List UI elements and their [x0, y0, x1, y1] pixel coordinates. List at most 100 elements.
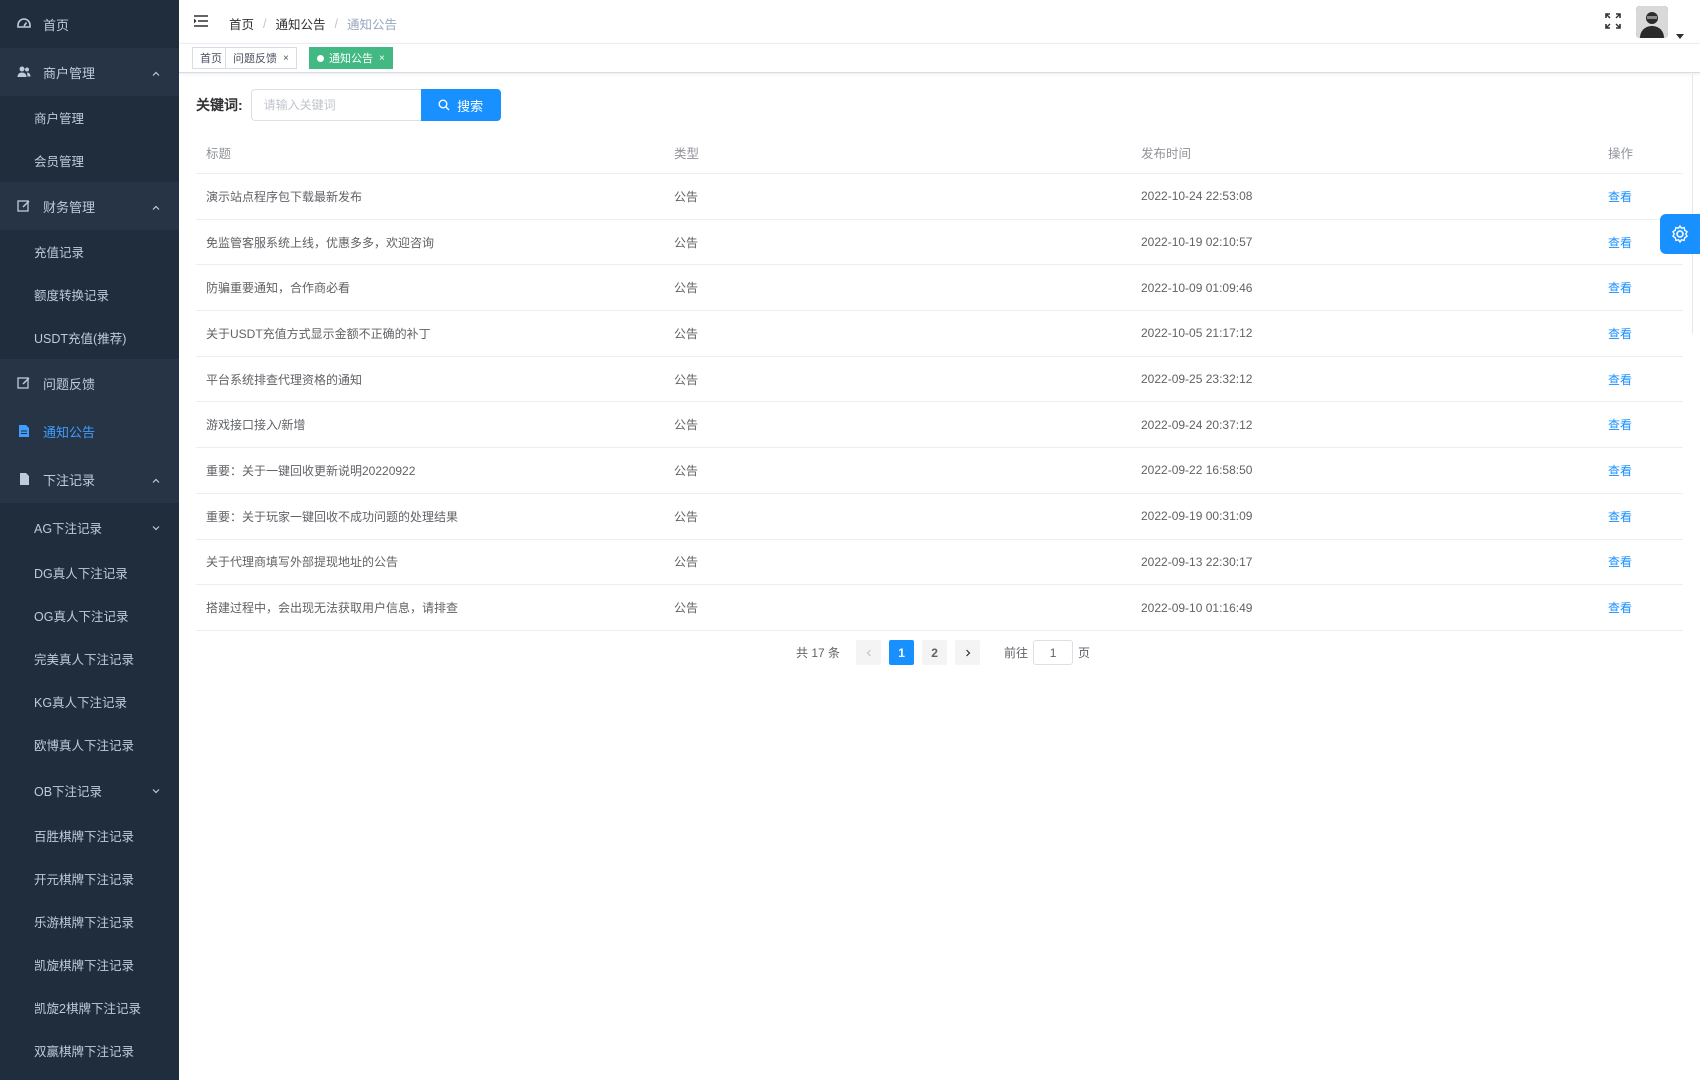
sidebar-item-label: 凯旋棋牌下注记录 — [34, 959, 135, 973]
sidebar-subitem-ag[interactable]: AG下注记录 — [0, 503, 179, 551]
sidebar-item-label: 完美真人下注记录 — [34, 653, 135, 667]
sidebar-subitem-oubo[interactable]: 欧博真人下注记录 — [0, 723, 179, 766]
chevron-up-icon — [151, 67, 161, 77]
dashboard-icon — [17, 17, 31, 31]
tags-view: 首页 问题反馈 × 通知公告 × — [179, 44, 1700, 73]
breadcrumb-current: 通知公告 — [347, 18, 398, 32]
sidebar-subitem-member-manage[interactable]: 会员管理 — [0, 139, 179, 182]
table-row: 游戏接口接入/新增 公告 2022-09-24 20:37:12 查看 — [196, 402, 1683, 449]
active-dot-icon — [317, 54, 324, 62]
hamburger-icon[interactable] — [193, 13, 209, 29]
close-icon[interactable]: × — [283, 53, 289, 64]
sidebar-subitem-dg[interactable]: DG真人下注记录 — [0, 551, 179, 594]
sidebar-item-label: 双赢棋牌下注记录 — [34, 1045, 135, 1059]
sidebar-item-finance[interactable]: 财务管理 — [0, 182, 179, 230]
sidebar-subitem-kaiyuan[interactable]: 开元棋牌下注记录 — [0, 857, 179, 900]
breadcrumb-home[interactable]: 首页 — [229, 14, 254, 33]
file-icon — [17, 472, 31, 486]
pagination-jumper: 前往 页 — [1004, 640, 1090, 665]
row-type: 公告 — [674, 509, 699, 524]
sidebar-subitem-shuangying[interactable]: 双赢棋牌下注记录 — [0, 1029, 179, 1072]
chevron-up-icon — [151, 201, 161, 211]
avatar[interactable] — [1636, 6, 1668, 38]
sidebar-subitem-kg[interactable]: KG真人下注记录 — [0, 680, 179, 723]
sidebar-subitem-ob[interactable]: OB下注记录 — [0, 766, 179, 814]
scrollbar[interactable] — [1692, 74, 1700, 334]
view-link[interactable]: 查看 — [1608, 234, 1632, 251]
view-link[interactable]: 查看 — [1608, 325, 1632, 342]
breadcrumb-separator: / — [334, 16, 338, 31]
sidebar-item-home[interactable]: 首页 — [0, 0, 179, 48]
view-link[interactable]: 查看 — [1608, 508, 1632, 525]
view-link[interactable]: 查看 — [1608, 279, 1632, 296]
page-button-2[interactable]: 2 — [922, 640, 948, 665]
row-time: 2022-10-24 22:53:08 — [1141, 189, 1253, 204]
tag-label: 首页 — [200, 53, 222, 65]
table-row: 搭建过程中，会出现无法获取用户信息，请排查 公告 2022-09-10 01:16:… — [196, 585, 1683, 631]
row-type: 公告 — [674, 601, 699, 616]
sidebar-subitem-merchant-manage[interactable]: 商户管理 — [0, 96, 179, 139]
header-type: 类型 — [674, 147, 700, 161]
sidebar-item-label: 百胜棋牌下注记录 — [34, 830, 135, 844]
sidebar-item-merchant[interactable]: 商户管理 — [0, 48, 179, 96]
view-link[interactable]: 查看 — [1608, 416, 1632, 433]
row-title: 游戏接口接入/新增 — [206, 418, 306, 433]
header-title: 标题 — [206, 147, 232, 161]
header-op: 操作 — [1608, 147, 1634, 161]
table-row: 平台系统排查代理资格的通知 公告 2022-09-25 23:32:12 查看 — [196, 357, 1683, 403]
sidebar-subitem-baisheng[interactable]: 百胜棋牌下注记录 — [0, 814, 179, 857]
settings-button[interactable] — [1660, 214, 1700, 254]
tag-notice[interactable]: 通知公告 × — [309, 47, 393, 69]
sidebar-subitem-usdt[interactable]: USDT充值(推荐) — [0, 316, 179, 359]
sidebar-subitem-transfer[interactable]: 额度转换记录 — [0, 273, 179, 316]
users-icon — [17, 65, 31, 79]
sidebar-subitem-recharge[interactable]: 充值记录 — [0, 230, 179, 273]
keyword-label: 关键词: — [196, 97, 243, 113]
sidebar-subitem-og[interactable]: OG真人下注记录 — [0, 594, 179, 637]
caret-down-icon[interactable] — [1676, 27, 1684, 39]
search-button[interactable]: 搜索 — [420, 89, 501, 121]
sidebar-item-label: 首页 — [43, 17, 70, 33]
view-link[interactable]: 查看 — [1608, 599, 1632, 616]
sidebar-item-notice[interactable]: 通知公告 — [0, 407, 179, 455]
sidebar-subitem-kaixuan2[interactable]: 凯旋2棋牌下注记录 — [0, 986, 179, 1029]
goto-page-input[interactable] — [1033, 640, 1074, 665]
document-icon — [17, 424, 31, 438]
row-time: 2022-09-25 23:32:12 — [1141, 372, 1253, 387]
row-type: 公告 — [674, 235, 699, 250]
gear-icon — [1672, 224, 1688, 244]
tag-feedback[interactable]: 问题反馈 × — [225, 47, 297, 69]
fullscreen-icon[interactable] — [1604, 12, 1622, 30]
sidebar-item-label: 欧博真人下注记录 — [34, 739, 135, 753]
view-link[interactable]: 查看 — [1608, 462, 1632, 479]
sidebar-item-feedback[interactable]: 问题反馈 — [0, 359, 179, 407]
table-header: 标题 类型 发布时间 操作 — [196, 132, 1683, 174]
view-link[interactable]: 查看 — [1608, 553, 1632, 570]
page-button-1[interactable]: 1 — [889, 640, 915, 665]
goto-label: 前往 — [1004, 646, 1029, 660]
close-icon[interactable]: × — [379, 53, 385, 64]
breadcrumb-notice[interactable]: 通知公告 — [276, 14, 326, 33]
sidebar-subitem-wanmei[interactable]: 完美真人下注记录 — [0, 637, 179, 680]
view-link[interactable]: 查看 — [1608, 188, 1632, 205]
sidebar-item-label: 通知公告 — [43, 424, 96, 440]
sidebar-item-label: 额度转换记录 — [34, 289, 110, 303]
next-page-button[interactable] — [955, 640, 981, 665]
row-time: 2022-10-05 21:17:12 — [1141, 326, 1253, 341]
prev-page-button[interactable] — [856, 640, 882, 665]
row-time: 2022-09-13 22:30:17 — [1141, 554, 1253, 569]
sidebar-item-label: KG真人下注记录 — [34, 696, 128, 710]
row-title: 重要：关于玩家一键回收不成功问题的处理结果 — [206, 509, 459, 524]
sidebar-item-bets[interactable]: 下注记录 — [0, 455, 179, 503]
tag-label: 问题反馈 — [233, 53, 277, 65]
tag-label: 通知公告 — [329, 53, 373, 65]
keyword-input[interactable] — [250, 89, 422, 121]
view-link[interactable]: 查看 — [1608, 371, 1632, 388]
pagination-total: 共 17 条 — [796, 646, 841, 660]
sidebar-item-label: 乐游棋牌下注记录 — [34, 916, 135, 930]
header-time: 发布时间 — [1141, 147, 1192, 161]
table-row: 免监管客服系统上线，优惠多多，欢迎咨询 公告 2022-10-19 02:10:57… — [196, 220, 1683, 266]
filter-bar: 关键词: 搜索 — [196, 89, 501, 121]
sidebar-subitem-kaixuan[interactable]: 凯旋棋牌下注记录 — [0, 943, 179, 986]
sidebar-subitem-leyou[interactable]: 乐游棋牌下注记录 — [0, 900, 179, 943]
